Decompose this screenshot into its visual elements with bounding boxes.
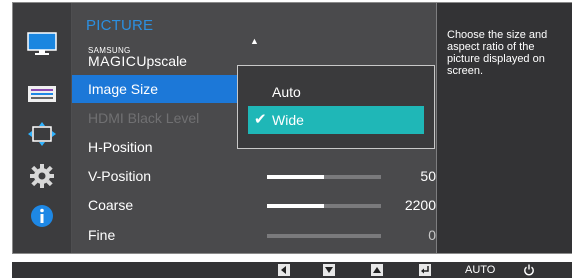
fine-value: 0 xyxy=(428,227,436,243)
menu-item-fine[interactable]: Fine 0 xyxy=(72,221,450,249)
menu-item-image-size[interactable]: Image Size xyxy=(72,75,237,103)
option-label: Wide xyxy=(272,112,304,128)
coarse-value: 2200 xyxy=(404,197,436,213)
option-label: Auto xyxy=(272,84,301,100)
down-arrow-icon[interactable] xyxy=(323,264,335,276)
menu-item-label: Image Size xyxy=(88,81,159,97)
position-arrows-icon[interactable] xyxy=(23,121,61,147)
menu-item-label: Fine xyxy=(88,227,116,243)
description-panel: Choose the size and aspect ratio of the … xyxy=(436,3,572,253)
picture-menu: PICTURE ▲ SAMSUNG MAGICUpscale Image Siz… xyxy=(72,3,450,253)
onscreen-display-icon[interactable] xyxy=(23,81,61,107)
menu-item-label: Upscale xyxy=(136,53,187,69)
checkmark-icon: ✔ xyxy=(254,111,267,128)
menu-item-label: V-Position xyxy=(88,168,152,184)
gear-icon[interactable] xyxy=(23,163,61,189)
option-auto[interactable]: Auto xyxy=(248,78,424,106)
auto-button[interactable]: AUTO xyxy=(465,264,495,276)
category-icon-bar xyxy=(13,3,72,253)
menu-title: PICTURE xyxy=(86,17,154,34)
coarse-slider[interactable] xyxy=(267,204,381,208)
left-arrow-icon[interactable] xyxy=(278,264,290,276)
fine-slider[interactable] xyxy=(267,234,381,238)
menu-item-coarse[interactable]: Coarse 2200 xyxy=(72,191,450,219)
monitor-icon[interactable] xyxy=(23,31,61,57)
brand-magic: MAGIC xyxy=(88,53,137,69)
menu-item-label: HDMI Black Level xyxy=(88,110,200,126)
info-icon[interactable] xyxy=(23,203,61,229)
menu-item-label: H-Position xyxy=(88,139,153,155)
power-icon[interactable] xyxy=(523,264,535,276)
image-size-submenu: Auto ✔ Wide xyxy=(237,65,435,149)
option-wide[interactable]: ✔ Wide xyxy=(248,106,424,134)
description-text: Choose the size and aspect ratio of the … xyxy=(447,29,548,77)
osd-menu-window: PICTURE ▲ SAMSUNG MAGICUpscale Image Siz… xyxy=(12,2,572,254)
v-position-value: 50 xyxy=(420,168,436,184)
menu-item-v-position[interactable]: V-Position 50 xyxy=(72,162,450,190)
v-position-slider[interactable] xyxy=(267,175,381,179)
up-arrow-icon[interactable] xyxy=(371,264,383,276)
enter-icon[interactable] xyxy=(419,264,431,276)
button-guide-bar: AUTO xyxy=(12,262,572,278)
menu-item-label: Coarse xyxy=(88,197,134,213)
